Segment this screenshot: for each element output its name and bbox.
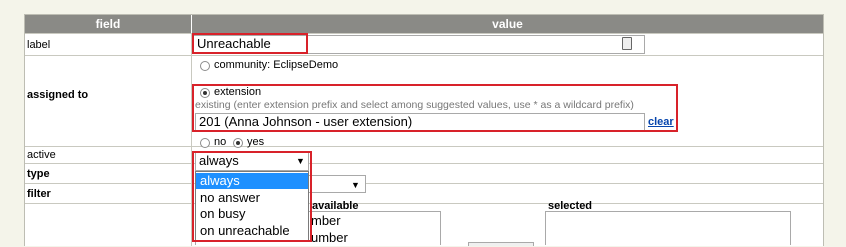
radio-active-yes[interactable] bbox=[233, 138, 243, 148]
active-title: active bbox=[27, 149, 56, 161]
selected-listbox[interactable] bbox=[545, 211, 791, 245]
highlight-label-value bbox=[192, 33, 308, 54]
assigned-to-title: assigned to bbox=[27, 89, 89, 101]
password-manager-icon[interactable] bbox=[622, 37, 632, 50]
filter-title: filter bbox=[27, 188, 51, 200]
row-active: active bbox=[25, 146, 823, 164]
highlight-type-dropdown bbox=[192, 151, 312, 242]
row-type: type bbox=[25, 163, 823, 184]
active-yes-label: yes bbox=[247, 136, 265, 148]
column-header-value: value bbox=[192, 15, 823, 33]
row-filter: filter bbox=[25, 183, 823, 204]
available-item[interactable]: umber bbox=[311, 230, 348, 245]
radio-active-no[interactable] bbox=[200, 138, 210, 148]
move-button[interactable] bbox=[468, 242, 534, 246]
type-title: type bbox=[27, 168, 50, 180]
available-item[interactable]: mber bbox=[311, 213, 341, 228]
column-header-field: field bbox=[25, 15, 191, 33]
filter-chevron-down-icon: ▼ bbox=[351, 180, 360, 190]
highlight-extension bbox=[192, 84, 678, 132]
option-community-label: community: EclipseDemo bbox=[214, 59, 339, 71]
row-label-title: label bbox=[27, 39, 51, 51]
radio-community[interactable] bbox=[200, 61, 210, 71]
active-no-label: no bbox=[214, 136, 227, 148]
